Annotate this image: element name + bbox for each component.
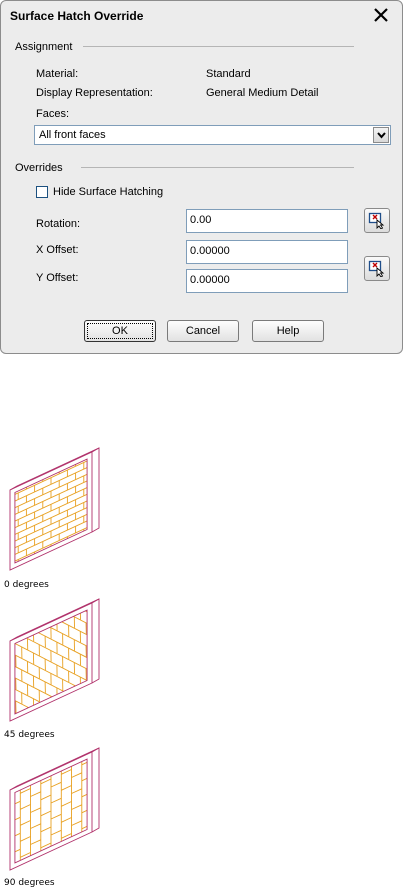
rotation-input[interactable]: 0.00 bbox=[186, 209, 348, 233]
caption-0-degrees: 0 degrees bbox=[4, 580, 49, 590]
faces-label: Faces: bbox=[36, 108, 70, 120]
surface-hatch-override-dialog: Surface Hatch Override Assignment Materi… bbox=[0, 0, 403, 354]
y-offset-input[interactable]: 0.00000 bbox=[186, 269, 348, 293]
wall-45 bbox=[9, 598, 100, 722]
cancel-button[interactable]: Cancel bbox=[167, 320, 239, 342]
hide-surface-hatching-checkbox[interactable] bbox=[36, 186, 48, 198]
close-icon[interactable] bbox=[372, 6, 390, 24]
caption-90-degrees: 90 degrees bbox=[4, 878, 55, 888]
dialog-title: Surface Hatch Override bbox=[10, 9, 144, 23]
chevron-down-icon[interactable] bbox=[373, 127, 389, 143]
rotation-label: Rotation: bbox=[36, 218, 81, 230]
material-value: Standard bbox=[206, 68, 251, 80]
wall-90 bbox=[9, 747, 100, 871]
display-representation-label: Display Representation: bbox=[36, 87, 153, 99]
wall-hatch-90-degrees-illustration bbox=[9, 747, 100, 871]
assignment-section-label: Assignment bbox=[15, 41, 73, 53]
pick-point-icon bbox=[368, 212, 385, 229]
pick-offset-button[interactable] bbox=[364, 256, 390, 281]
hide-surface-hatching-label[interactable]: Hide Surface Hatching bbox=[53, 186, 163, 198]
wall-hatch-0-degrees-illustration bbox=[9, 447, 100, 571]
help-button[interactable]: Help bbox=[252, 320, 324, 342]
material-label: Material: bbox=[36, 68, 79, 80]
display-representation-value: General Medium Detail bbox=[206, 87, 319, 99]
faces-dropdown[interactable]: All front faces bbox=[34, 125, 391, 145]
wall-hatch-45-degrees-illustration bbox=[9, 598, 100, 722]
y-offset-label: Y Offset: bbox=[36, 272, 79, 284]
overrides-divider bbox=[81, 167, 354, 168]
pick-point-icon bbox=[368, 260, 385, 277]
assignment-divider bbox=[83, 46, 354, 47]
wall-0 bbox=[9, 447, 100, 571]
faces-selected-value: All front faces bbox=[39, 129, 106, 141]
caption-45-degrees: 45 degrees bbox=[4, 730, 55, 740]
pick-rotation-button[interactable] bbox=[364, 208, 390, 233]
title-bar: Surface Hatch Override bbox=[1, 1, 402, 31]
overrides-section-label: Overrides bbox=[15, 162, 63, 174]
x-offset-label: X Offset: bbox=[36, 244, 79, 256]
ok-button[interactable]: OK bbox=[84, 320, 156, 342]
x-offset-input[interactable]: 0.00000 bbox=[186, 240, 348, 264]
